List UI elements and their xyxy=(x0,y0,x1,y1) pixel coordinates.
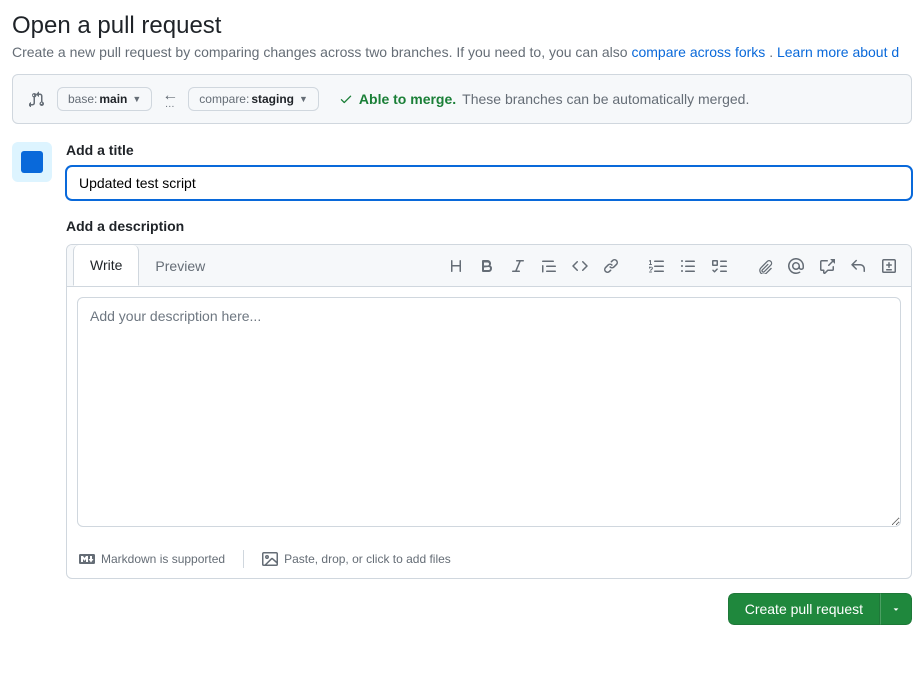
reply-icon[interactable] xyxy=(844,252,872,280)
italic-icon[interactable] xyxy=(504,252,532,280)
create-pr-button[interactable]: Create pull request xyxy=(728,593,880,625)
bold-icon[interactable] xyxy=(473,252,501,280)
attach-icon[interactable] xyxy=(751,252,779,280)
subtitle-sep: . xyxy=(769,44,777,60)
create-pr-dropdown[interactable] xyxy=(880,593,912,625)
editor: Write Preview xyxy=(66,244,912,579)
learn-more-link[interactable]: Learn more about d xyxy=(777,44,899,60)
base-branch-button[interactable]: base: main ▼ xyxy=(57,87,152,111)
editor-toolbar xyxy=(442,252,911,280)
quote-icon[interactable] xyxy=(535,252,563,280)
editor-footer: Markdown is supported Paste, drop, or cl… xyxy=(67,540,911,578)
merge-description: These branches can be automatically merg… xyxy=(462,91,749,107)
merge-status: Able to merge. These branches can be aut… xyxy=(339,91,749,107)
tab-write[interactable]: Write xyxy=(73,245,139,286)
editor-body xyxy=(67,287,911,540)
compare-forks-link[interactable]: compare across forks xyxy=(631,44,765,60)
ordered-list-icon[interactable] xyxy=(643,252,671,280)
markdown-hint[interactable]: Markdown is supported xyxy=(79,551,225,567)
editor-tabs: Write Preview xyxy=(67,245,221,286)
compare-branch-button[interactable]: compare: staging ▼ xyxy=(188,87,319,111)
mention-icon[interactable] xyxy=(782,252,810,280)
compare-bar: base: main ▼ ←… compare: staging ▼ Able … xyxy=(12,74,912,124)
editor-header: Write Preview xyxy=(67,245,911,287)
unordered-list-icon[interactable] xyxy=(674,252,702,280)
title-input[interactable] xyxy=(66,166,912,200)
task-list-icon[interactable] xyxy=(705,252,733,280)
link-icon[interactable] xyxy=(597,252,625,280)
heading-icon[interactable] xyxy=(442,252,470,280)
description-label: Add a description xyxy=(66,218,912,234)
page-title: Open a pull request xyxy=(12,12,912,40)
base-branch-name: main xyxy=(99,92,127,106)
compare-label: compare: xyxy=(199,92,249,106)
caret-down-icon xyxy=(891,604,901,614)
caret-down-icon: ▼ xyxy=(132,94,141,104)
cross-reference-icon[interactable] xyxy=(813,252,841,280)
markdown-text: Markdown is supported xyxy=(101,552,225,566)
subtitle-text: Create a new pull request by comparing c… xyxy=(12,44,631,60)
caret-down-icon: ▼ xyxy=(299,94,308,104)
git-compare-icon xyxy=(27,89,47,109)
markdown-icon xyxy=(79,551,95,567)
description-textarea[interactable] xyxy=(77,297,901,527)
arrow-left-icon: ←… xyxy=(162,88,178,110)
title-label: Add a title xyxy=(66,142,912,158)
avatar xyxy=(12,142,52,182)
action-row: Create pull request xyxy=(66,593,912,625)
check-icon xyxy=(339,92,353,106)
page-subtitle: Create a new pull request by comparing c… xyxy=(12,44,912,60)
attach-text: Paste, drop, or click to add files xyxy=(284,552,451,566)
tab-preview[interactable]: Preview xyxy=(139,245,221,286)
code-icon[interactable] xyxy=(566,252,594,280)
diff-icon[interactable] xyxy=(875,252,903,280)
compare-branch-name: staging xyxy=(251,92,294,106)
image-icon xyxy=(262,551,278,567)
merge-ok-text: Able to merge. xyxy=(359,91,456,107)
attach-hint[interactable]: Paste, drop, or click to add files xyxy=(262,551,451,567)
base-label: base: xyxy=(68,92,97,106)
